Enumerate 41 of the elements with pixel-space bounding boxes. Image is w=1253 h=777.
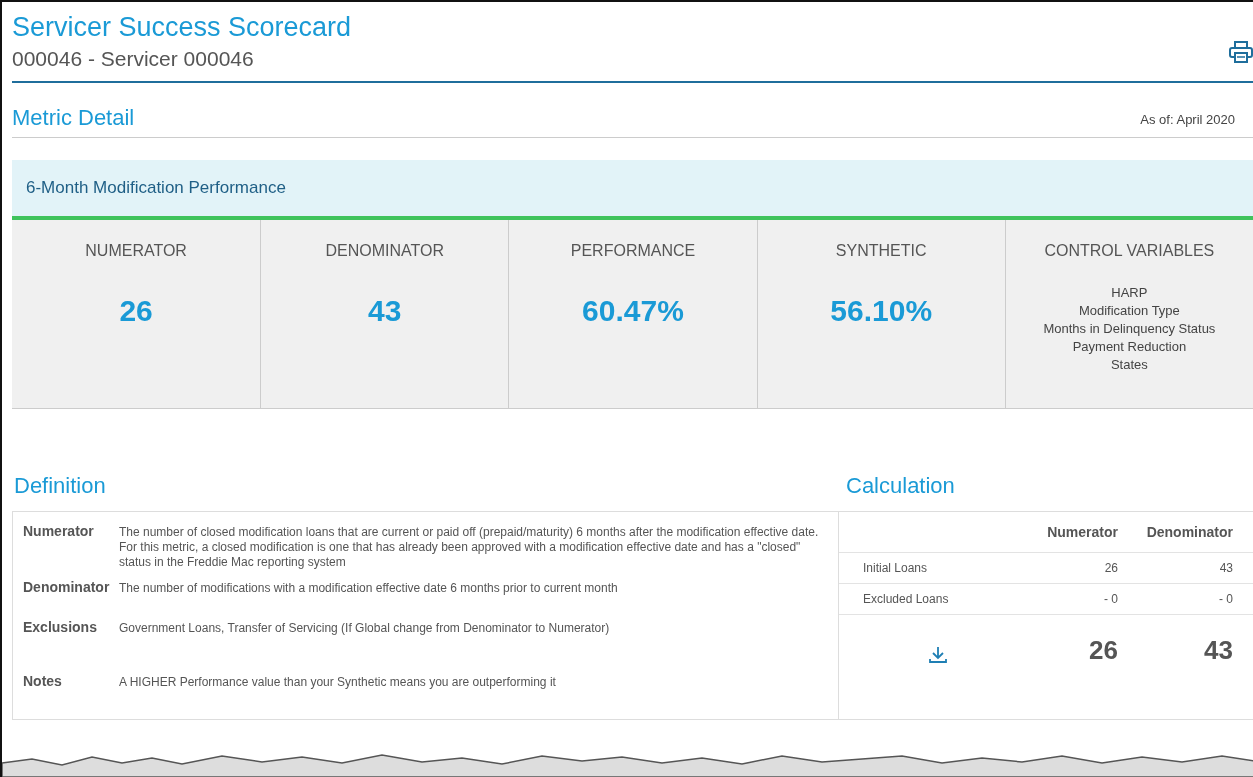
definition-title: Definition (13, 472, 107, 500)
tile-label: CONTROL VARIABLES (1044, 242, 1215, 260)
column-header: Numerator (1046, 524, 1118, 540)
definition-text: Government Loans, Transfer of Servicing (If Global change from Denominator to Numerator) (119, 620, 610, 637)
tile-value: 56.10% (830, 294, 933, 328)
definition-text: A HIGHER Performance value than your Synthetic means you are outperforming it (119, 674, 556, 691)
table-cell-text: - 0 (1103, 592, 1118, 606)
definition-term: Denominator (23, 580, 111, 597)
definition-text: The number of modifications with a modification effective date 6 months prior to current month (119, 580, 618, 597)
tile-value: 43 (368, 294, 402, 328)
table-cell-text: 26 (1103, 561, 1118, 575)
tile-label: PERFORMANCE (570, 242, 696, 260)
definition-text: The number of closed modification loans that are current or paid off (prepaid/maturity) 6 months after the modification effective date. For this metric, a closed modification is one that has already been approved with a modification effective date and has a "closed" status in the Freddie Mac reporting system (119, 524, 820, 571)
table-cell-text: - 0 (1218, 592, 1233, 606)
row-label: Initial Loans (863, 561, 929, 575)
column-header: Denominator (1145, 524, 1233, 540)
table-cell-text: 43 (1218, 561, 1233, 575)
as-of-date: As of: April 2020 (1140, 112, 1235, 129)
total-value: 26 (1088, 635, 1118, 666)
control-variable: Months in Delinquency Status (1043, 320, 1216, 338)
tile-value: 26 (119, 294, 153, 328)
control-variable: HARP (1110, 284, 1149, 302)
download-icon[interactable] (928, 645, 948, 664)
page-title: Servicer Success Scorecard (12, 12, 352, 43)
calculation-title: Calculation (845, 472, 956, 500)
total-value: 43 (1203, 635, 1233, 666)
metric-name: 6-Month Modification Performance (26, 178, 286, 198)
control-variable: States (1109, 356, 1149, 374)
definition-term: Exclusions (23, 620, 98, 637)
control-variable: Payment Reduction (1071, 338, 1188, 356)
tile-label: SYNTHETIC (835, 242, 927, 260)
tile-value: 60.47% (582, 294, 684, 328)
tile-label: NUMERATOR (85, 242, 187, 260)
servicer-name: 000046 - Servicer 000046 (12, 47, 255, 71)
print-icon[interactable] (1229, 41, 1253, 63)
section-title: Metric Detail (12, 105, 135, 131)
definition-term: Numerator (23, 524, 95, 541)
row-label: Excluded Loans (863, 592, 950, 606)
definition-term: Notes (23, 674, 63, 691)
tile-label: DENOMINATOR (325, 242, 445, 260)
control-variable: Modification Type (1077, 302, 1181, 320)
